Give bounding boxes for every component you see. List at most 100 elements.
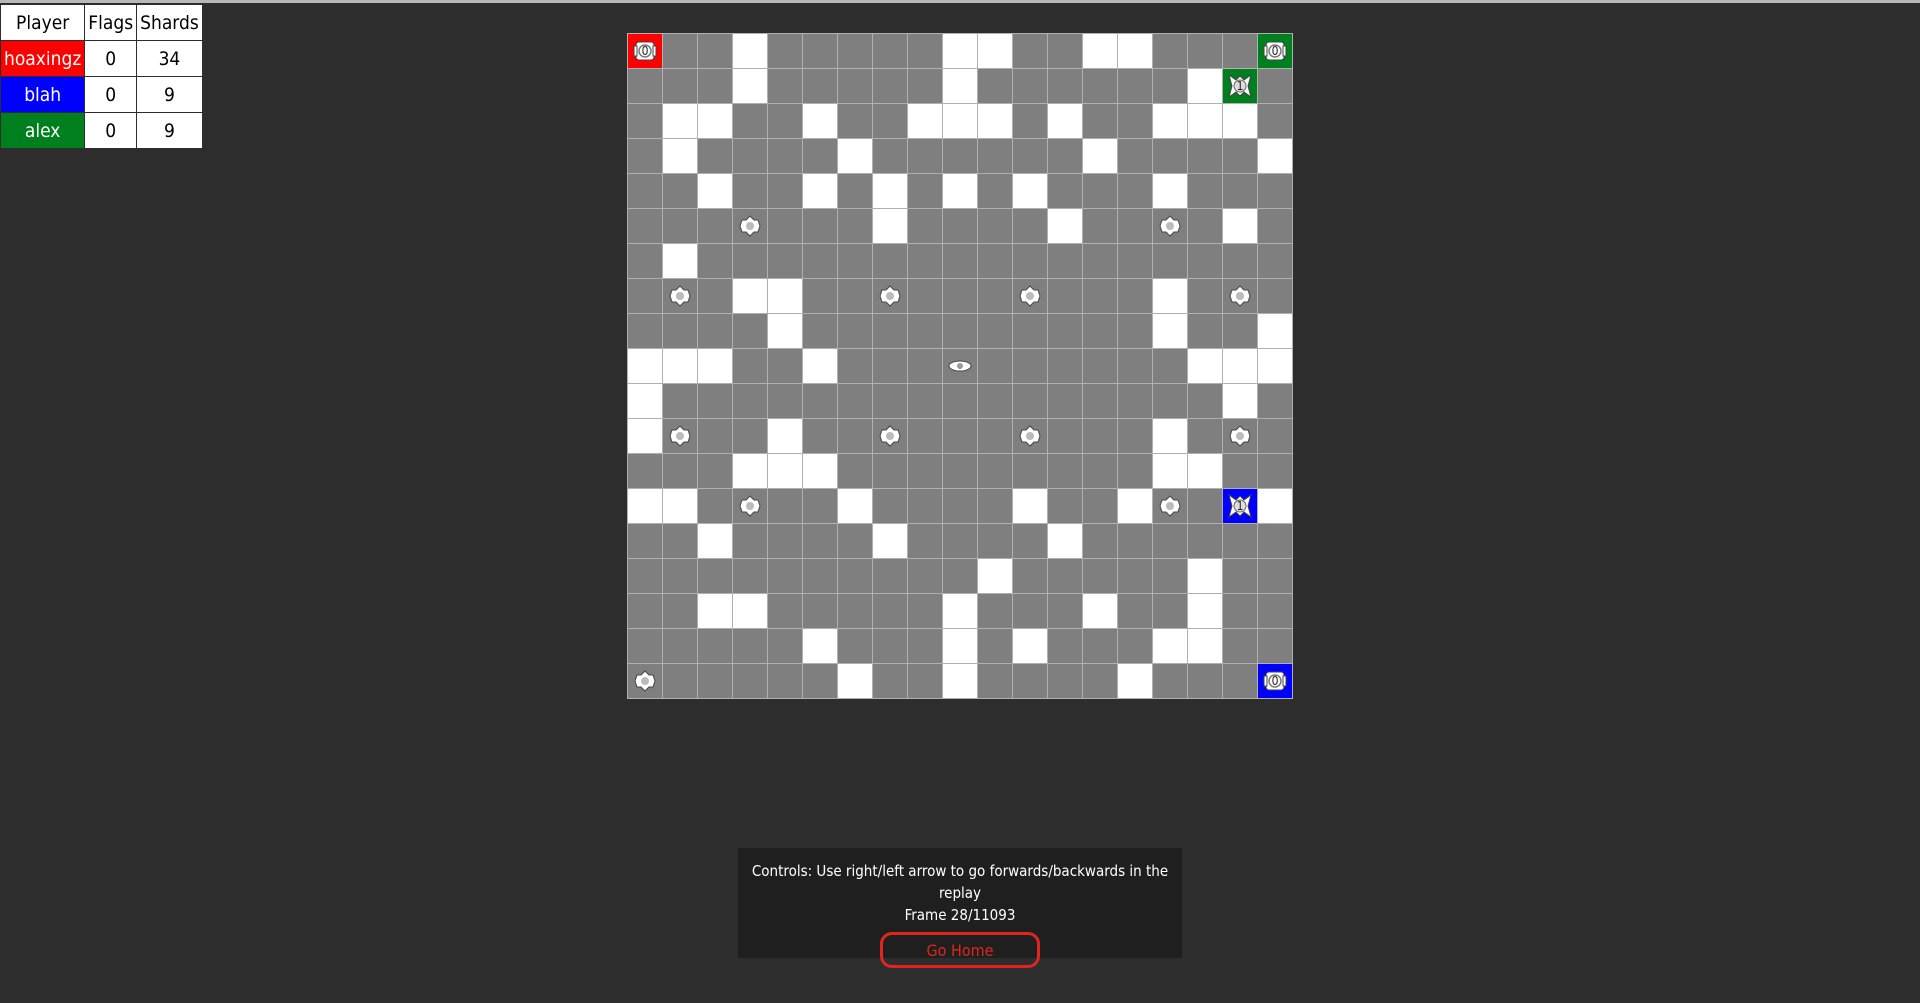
board-cell[interactable]	[803, 279, 837, 313]
board-cell[interactable]	[733, 174, 767, 208]
mountain-cell[interactable]	[1258, 314, 1292, 348]
board-cell[interactable]	[943, 314, 977, 348]
board-cell[interactable]	[908, 349, 942, 383]
core-cell[interactable]: 0	[628, 34, 662, 68]
game-board[interactable]: 00110	[627, 33, 1293, 699]
board-cell[interactable]	[1118, 314, 1152, 348]
board-cell[interactable]	[943, 489, 977, 523]
board-cell[interactable]	[1118, 594, 1152, 628]
board-cell[interactable]	[838, 174, 872, 208]
mountain-cell[interactable]	[1188, 629, 1222, 663]
mountain-cell[interactable]	[1083, 594, 1117, 628]
mountain-cell[interactable]	[803, 629, 837, 663]
board-cell[interactable]	[838, 244, 872, 278]
board-cell[interactable]	[1048, 34, 1082, 68]
board-cell[interactable]	[1013, 244, 1047, 278]
mountain-cell[interactable]	[838, 489, 872, 523]
board-cell[interactable]	[733, 419, 767, 453]
board-cell[interactable]	[1188, 524, 1222, 558]
board-cell[interactable]	[838, 104, 872, 138]
mountain-cell[interactable]	[1048, 209, 1082, 243]
mountain-cell[interactable]	[943, 104, 977, 138]
mountain-cell[interactable]	[908, 104, 942, 138]
board-cell[interactable]	[733, 524, 767, 558]
board-cell[interactable]	[1118, 244, 1152, 278]
board-cell[interactable]	[768, 104, 802, 138]
board-cell[interactable]	[1083, 349, 1117, 383]
board-cell[interactable]	[768, 349, 802, 383]
board-cell[interactable]	[838, 524, 872, 558]
board-cell[interactable]	[908, 174, 942, 208]
board-cell[interactable]	[768, 174, 802, 208]
board-cell[interactable]	[698, 314, 732, 348]
board-cell[interactable]	[1083, 104, 1117, 138]
board-cell[interactable]	[1083, 489, 1117, 523]
board-cell[interactable]	[698, 209, 732, 243]
board-cell[interactable]	[1118, 349, 1152, 383]
board-cell[interactable]	[943, 139, 977, 173]
board-cell[interactable]	[803, 69, 837, 103]
board-cell[interactable]	[663, 314, 697, 348]
board-cell[interactable]	[698, 629, 732, 663]
board-cell[interactable]	[908, 34, 942, 68]
mountain-cell[interactable]	[733, 454, 767, 488]
board-cell[interactable]	[1188, 34, 1222, 68]
board-cell[interactable]	[908, 139, 942, 173]
board-cell[interactable]	[698, 139, 732, 173]
board-cell[interactable]	[838, 279, 872, 313]
mountain-cell[interactable]	[663, 139, 697, 173]
mountain-cell[interactable]	[1153, 454, 1187, 488]
board-cell[interactable]	[663, 524, 697, 558]
board-cell[interactable]	[1013, 209, 1047, 243]
board-cell[interactable]	[943, 384, 977, 418]
board-cell[interactable]	[1188, 209, 1222, 243]
board-cell[interactable]	[873, 664, 907, 698]
mountain-cell[interactable]	[943, 629, 977, 663]
mountain-cell[interactable]	[1188, 454, 1222, 488]
board-cell[interactable]	[838, 349, 872, 383]
board-cell[interactable]	[803, 384, 837, 418]
mountain-cell[interactable]	[803, 174, 837, 208]
board-cell[interactable]	[1083, 384, 1117, 418]
board-cell[interactable]	[1083, 419, 1117, 453]
board-cell[interactable]	[943, 419, 977, 453]
board-cell[interactable]	[1083, 524, 1117, 558]
board-cell[interactable]	[1258, 279, 1292, 313]
mountain-cell[interactable]	[733, 34, 767, 68]
mountain-cell[interactable]	[733, 594, 767, 628]
board-cell[interactable]	[978, 349, 1012, 383]
board-cell[interactable]	[908, 419, 942, 453]
board-cell[interactable]	[1258, 419, 1292, 453]
board-cell[interactable]	[908, 244, 942, 278]
board-cell[interactable]	[838, 69, 872, 103]
mountain-cell[interactable]	[698, 524, 732, 558]
mountain-cell[interactable]	[943, 34, 977, 68]
mountain-cell[interactable]	[1118, 34, 1152, 68]
mountain-cell[interactable]	[1083, 139, 1117, 173]
mountain-cell[interactable]	[663, 244, 697, 278]
board-cell[interactable]	[1118, 174, 1152, 208]
board-cell[interactable]	[838, 384, 872, 418]
board-cell[interactable]	[1118, 69, 1152, 103]
board-cell[interactable]	[768, 34, 802, 68]
flag-cell[interactable]: 1	[1223, 489, 1257, 523]
mountain-cell[interactable]	[1048, 524, 1082, 558]
board-cell[interactable]	[1048, 139, 1082, 173]
board-cell[interactable]	[663, 664, 697, 698]
board-cell[interactable]	[838, 209, 872, 243]
board-cell[interactable]	[1188, 139, 1222, 173]
mountain-cell[interactable]	[1013, 489, 1047, 523]
board-cell[interactable]	[628, 629, 662, 663]
board-cell[interactable]	[1048, 349, 1082, 383]
board-cell[interactable]	[1083, 209, 1117, 243]
board-cell[interactable]	[1188, 419, 1222, 453]
board-cell[interactable]	[628, 559, 662, 593]
board-cell[interactable]	[628, 524, 662, 558]
mountain-cell[interactable]	[698, 104, 732, 138]
board-cell[interactable]	[1153, 69, 1187, 103]
mountain-cell[interactable]	[1223, 349, 1257, 383]
board-cell[interactable]	[628, 454, 662, 488]
board-cell[interactable]	[1258, 384, 1292, 418]
board-cell[interactable]	[943, 559, 977, 593]
board-cell[interactable]	[698, 244, 732, 278]
